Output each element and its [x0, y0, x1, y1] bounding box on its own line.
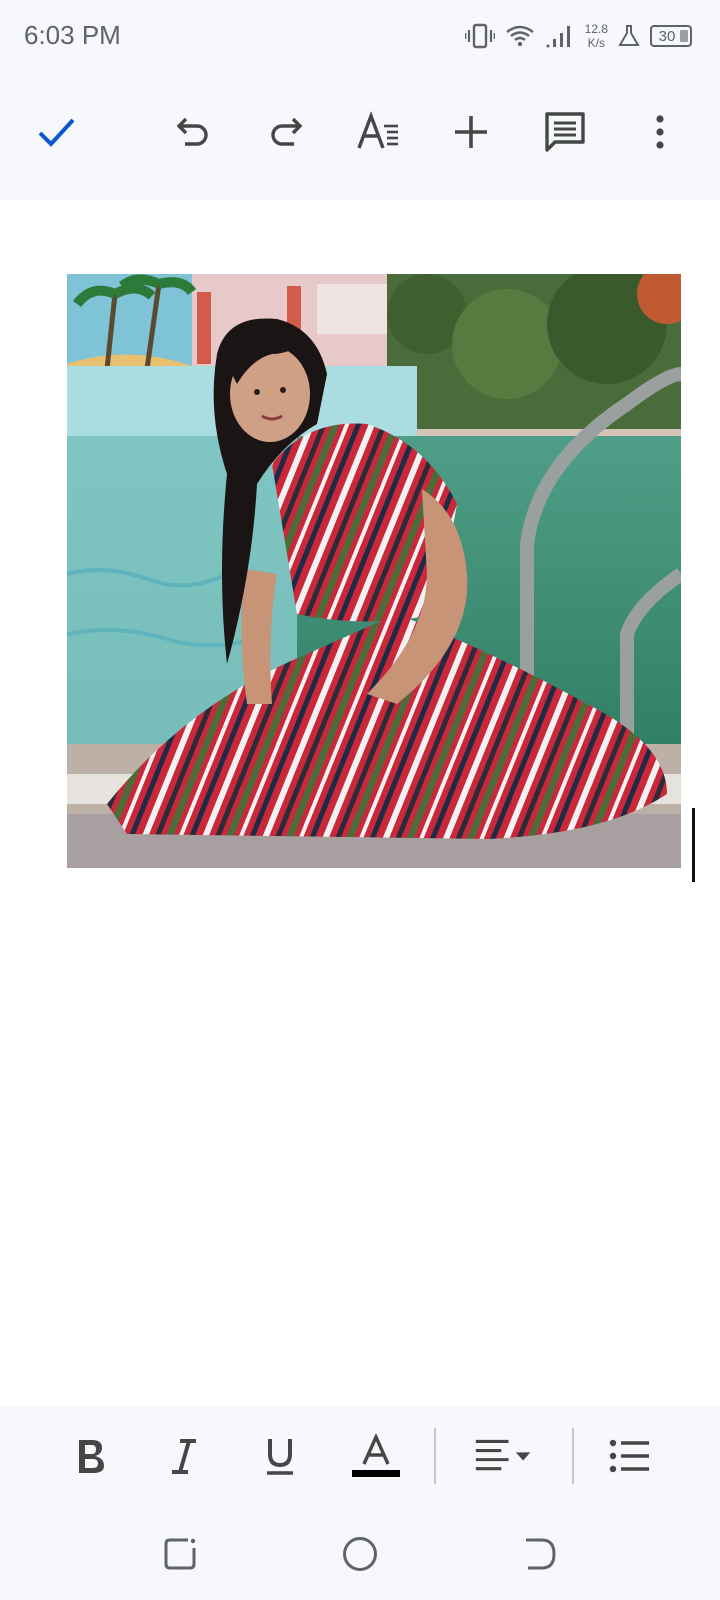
align-button[interactable]: [474, 1428, 534, 1484]
format-bar: [0, 1406, 720, 1506]
format-separator: [434, 1428, 436, 1484]
underline-button[interactable]: [250, 1428, 310, 1484]
undo-icon: [176, 117, 208, 146]
more-options-button[interactable]: [632, 104, 688, 160]
underline-icon: [267, 1439, 293, 1475]
recents-icon: [164, 1538, 196, 1570]
more-vert-icon: [656, 115, 664, 149]
bold-button[interactable]: [60, 1428, 120, 1484]
redo-icon: [271, 117, 303, 146]
recents-button[interactable]: [152, 1526, 208, 1582]
text-cursor: [692, 808, 695, 882]
comment-button[interactable]: [537, 104, 593, 160]
back-icon: [526, 1538, 556, 1570]
italic-icon: [172, 1439, 196, 1474]
add-icon: [455, 116, 487, 148]
home-icon: [343, 1537, 377, 1571]
document-image[interactable]: [67, 274, 681, 868]
back-button[interactable]: [512, 1526, 568, 1582]
italic-button[interactable]: [154, 1428, 214, 1484]
status-bar: 6:03 PM 12.8 K/s 30: [0, 0, 720, 76]
align-left-icon: [475, 1439, 531, 1471]
text-color-icon: [352, 1434, 400, 1477]
woman-photo-image: [67, 274, 681, 868]
wifi-icon: [505, 25, 534, 47]
format-separator: [572, 1428, 574, 1484]
net-speed: 12.8 K/s: [585, 22, 608, 50]
document-body[interactable]: [0, 200, 720, 1406]
text-color-button[interactable]: [346, 1428, 406, 1484]
comment-icon: [545, 112, 585, 152]
status-icons: 12.8 K/s 30: [464, 18, 692, 54]
insert-button[interactable]: [443, 104, 499, 160]
vibrate-icon: [464, 23, 495, 49]
text-format-icon: [357, 111, 398, 149]
check-icon: [38, 118, 75, 147]
bold-icon: [79, 1440, 104, 1473]
battery-icon: 30: [650, 25, 692, 47]
system-nav-bar: [0, 1506, 720, 1600]
bulleted-list-button[interactable]: [600, 1428, 660, 1484]
status-time: 6:03 PM: [24, 20, 121, 50]
lab-flask-icon: [618, 25, 640, 46]
done-button[interactable]: [28, 104, 84, 160]
text-format-button[interactable]: [350, 104, 406, 160]
editor-toolbar: [0, 76, 720, 200]
signal-icon: [546, 26, 570, 48]
undo-button[interactable]: [165, 104, 221, 160]
bullet-list-icon: [609, 1439, 649, 1473]
net-speed-value: 12.8: [584, 22, 608, 36]
redo-button[interactable]: [258, 104, 314, 160]
home-button[interactable]: [332, 1526, 388, 1582]
net-speed-unit: K/s: [587, 36, 605, 50]
battery-level: 30: [658, 27, 676, 45]
